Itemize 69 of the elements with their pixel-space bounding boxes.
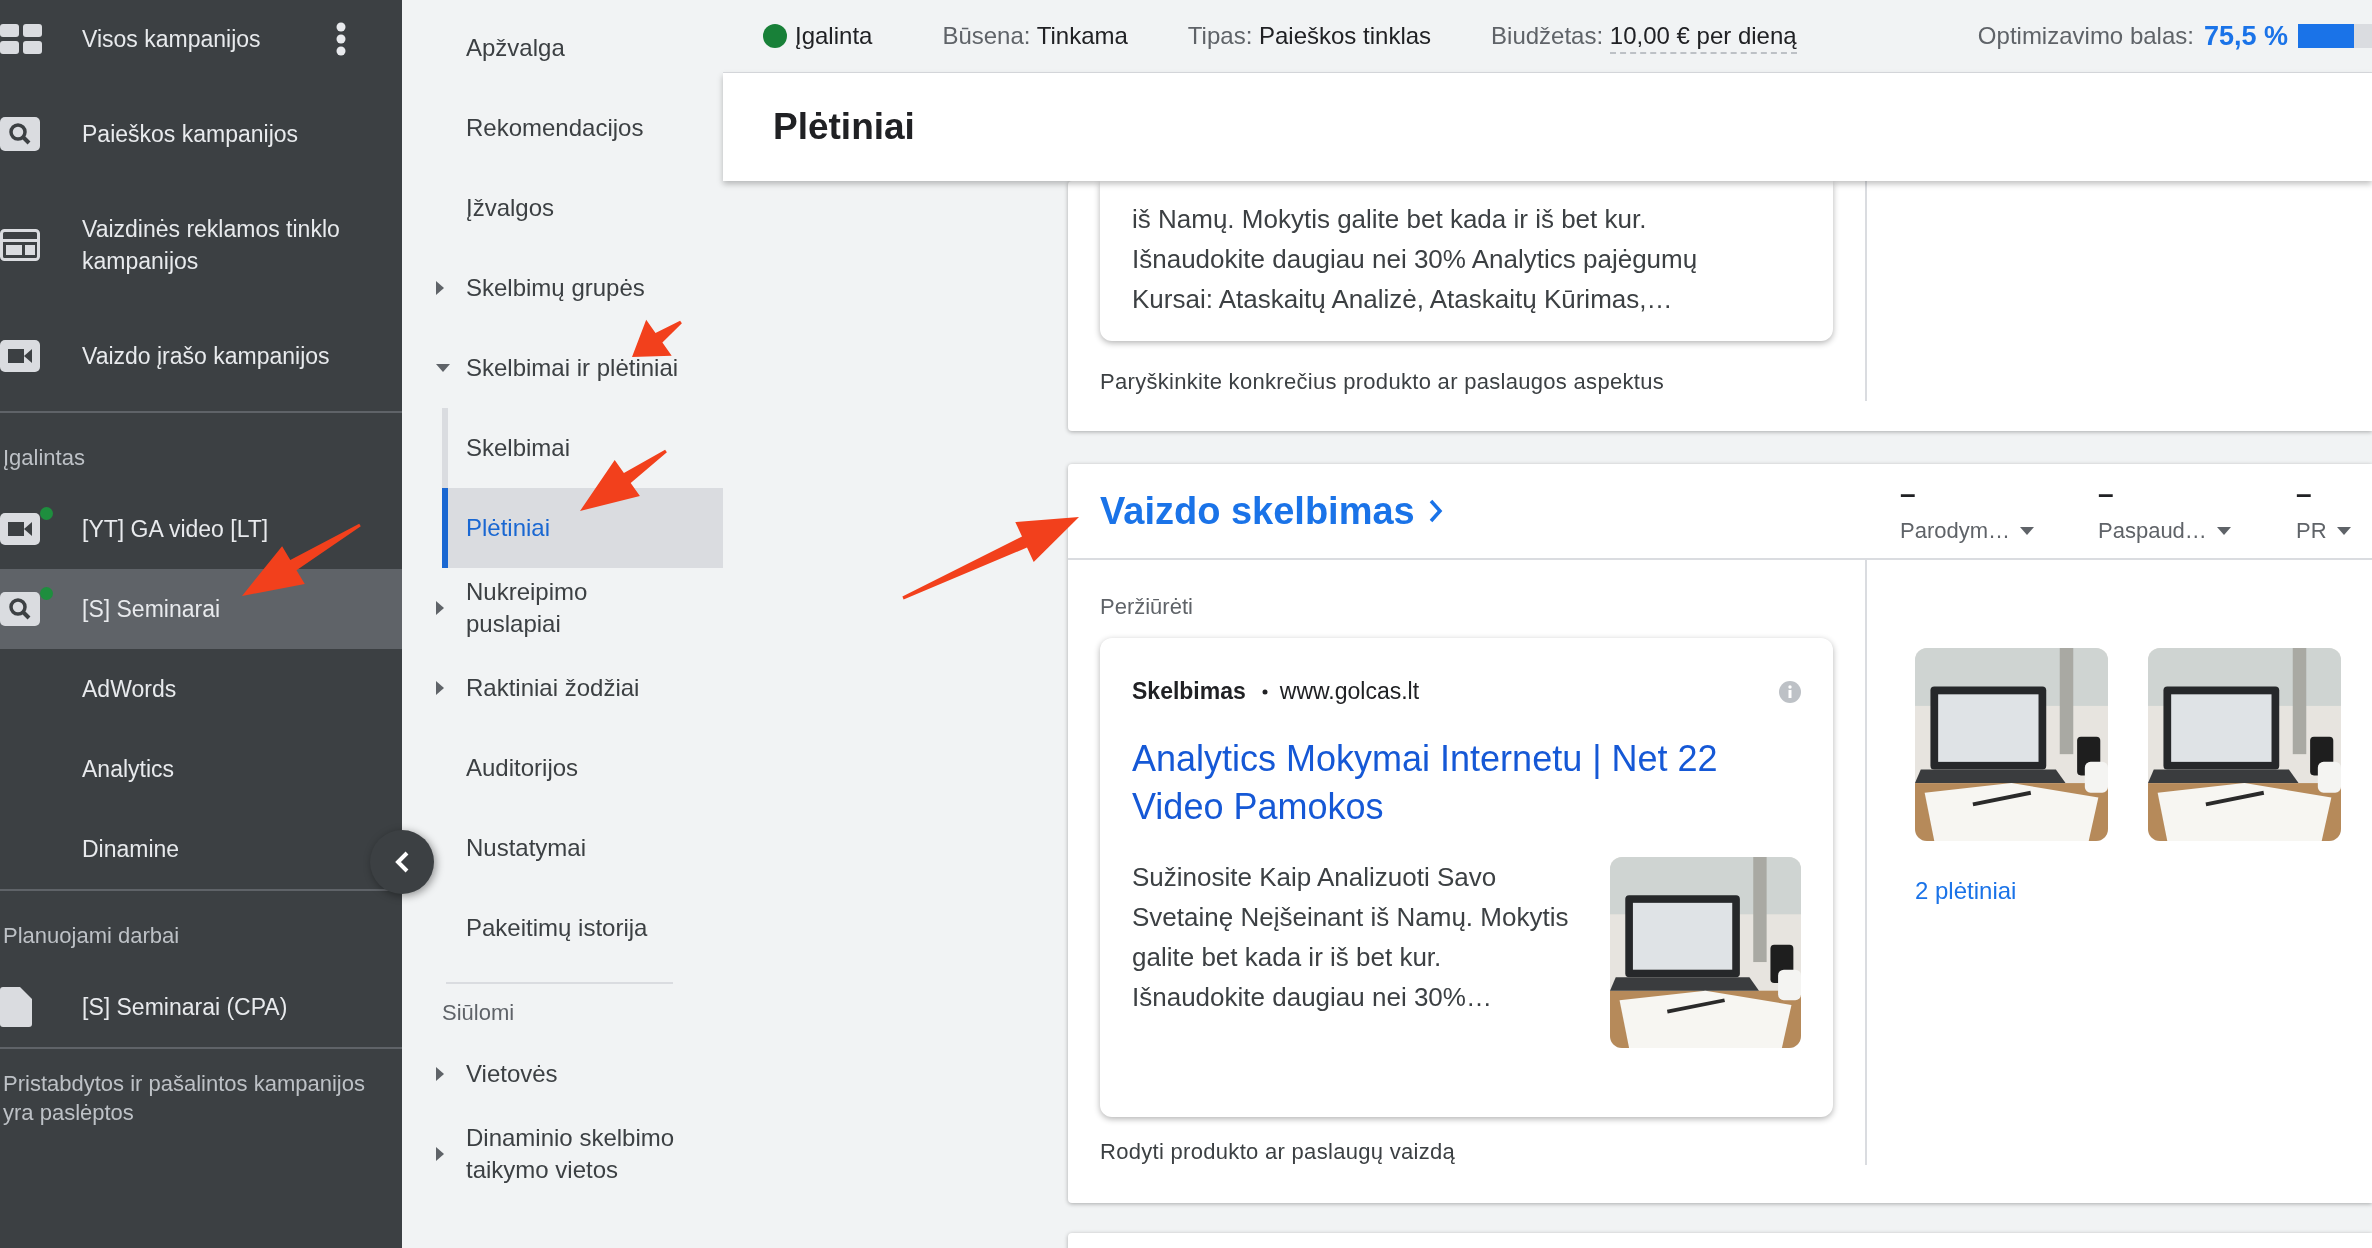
field-label: Būsena: (942, 22, 1032, 49)
campaign-item[interactable]: Paieškos kampanijos (0, 78, 366, 189)
campaign-item[interactable]: Vaizdinės reklamos tinklo kampanijos (0, 189, 366, 300)
nav-item[interactable]: Rekomendacijos (436, 88, 723, 168)
metric-dropdown[interactable]: – Paspaud… (2098, 464, 2296, 558)
campaign-item[interactable]: AdWords (0, 649, 366, 729)
caret-down-icon (436, 364, 450, 372)
grid-icon (0, 24, 42, 54)
campaign-item[interactable]: Analytics (0, 729, 366, 809)
nav-item[interactable]: Įžvalgos (436, 168, 723, 248)
caret-down-icon (2216, 527, 2231, 535)
nav-item[interactable]: Dinaminio skelbimo taikymo vietos (436, 1114, 723, 1194)
page-title: Plėtiniai (773, 106, 915, 148)
score-value: 75,5 % (2203, 20, 2288, 52)
field-value: Tinkama (1036, 22, 1128, 51)
campaign-item[interactable]: Dinamine (0, 809, 366, 889)
more-icon[interactable] (336, 22, 346, 56)
section-heading: Siūlomi (441, 999, 516, 1027)
campaign-item[interactable]: Visos kampanijos (0, 0, 366, 78)
annotation-arrow (632, 319, 682, 357)
caret-right-icon (436, 601, 444, 615)
dot-separator-icon (1261, 688, 1268, 695)
field-label: Tipas: (1187, 22, 1254, 49)
nav-item[interactable]: Apžvalga (436, 8, 723, 88)
field-label: Biudžetas: (1491, 22, 1605, 49)
card-caption: Rodyti produkto ar paslaugų vaizdą (1100, 1139, 1457, 1165)
card-caption: Paryškinkite konkrečius produkto ar paslaugos aspektus (1100, 369, 1666, 395)
campaign-item[interactable]: [S] Seminarai (CPA) (0, 967, 366, 1047)
extensions-link[interactable]: 2 plėtiniai (1867, 841, 2017, 905)
chevron-left-icon (395, 851, 409, 873)
score-label: Optimizavimo balas: (1977, 22, 2194, 50)
ad-headline-link[interactable]: Analytics Mokymai Internetu | Net 22 Video Pamokos (1132, 735, 1752, 831)
nav-subitem[interactable]: Plėtiniai (442, 488, 723, 568)
nav-item[interactable]: Skelbimų grupės (436, 248, 723, 328)
display-icon (0, 228, 40, 261)
section-heading: Įgalintas (2, 444, 86, 472)
nav-item[interactable]: Skelbimai ir plėtiniai (436, 328, 723, 408)
caret-right-icon (436, 1147, 444, 1161)
field-value: Paieškos tinklas (1259, 22, 1432, 51)
ad-description: iš Namų. Mokytis galite bet kada ir iš bet kur. Išnaudokite daugiau nei 30% Analytics pajėgumų Kursai: Ataskaitų Analizė, Ataskaitų Kūrimas,… (1132, 203, 1699, 316)
caret-down-icon (2020, 527, 2035, 535)
chevron-right-icon (1428, 499, 1443, 523)
campaign-status: Įgalinta (795, 22, 873, 50)
ad-description: Sužinosite Kaip Analizuoti Savo Svetainę Neįšeinant iš Namų. Mokytis galite bet kada ir iš bet kur. Išnaudokite daugiau nei 30%… (1132, 861, 1570, 1014)
field-value[interactable]: 10,00 € per dieną (1609, 22, 1797, 54)
ad-label: Skelbimas (1132, 678, 1246, 705)
nav-item[interactable]: Vietovės (436, 1034, 723, 1114)
preview-label: Peržiūrėti (1100, 593, 1194, 621)
campaign-item[interactable]: Vaizdo įrašo kampanijos (0, 300, 366, 411)
document-icon (0, 987, 32, 1027)
caret-down-icon (2336, 527, 2351, 535)
nav-item[interactable]: Auditorijos (436, 728, 723, 808)
metric-dropdown[interactable]: – Parodym… (1900, 464, 2098, 558)
metric-dropdown[interactable]: – PR (2296, 464, 2372, 558)
nav-item[interactable]: Nukreipimo puslapiai (436, 568, 723, 648)
nav-item[interactable]: Nustatymai (436, 808, 723, 888)
hidden-campaigns-note: Pristabdytos ir pašalintos kampanijos yra paslėptos (2, 1070, 366, 1127)
caret-right-icon (436, 681, 444, 695)
card-title-link[interactable]: Vaizdo skelbimas (1100, 489, 1443, 533)
nav-item[interactable]: Pakeitimų istorija (436, 888, 723, 968)
nav-item[interactable]: Raktiniai žodžiai (436, 648, 723, 728)
caret-right-icon (436, 1067, 444, 1081)
caret-right-icon (436, 281, 444, 295)
search-icon (0, 592, 40, 626)
campaign-item[interactable]: [YT] GA video [LT] (0, 489, 366, 569)
section-heading: Planuojami darbai (2, 922, 181, 950)
campaign-item[interactable]: [S] Seminarai (0, 569, 402, 649)
ad-url: www.golcas.lt (1279, 678, 1421, 705)
collapse-button[interactable] (370, 830, 434, 894)
